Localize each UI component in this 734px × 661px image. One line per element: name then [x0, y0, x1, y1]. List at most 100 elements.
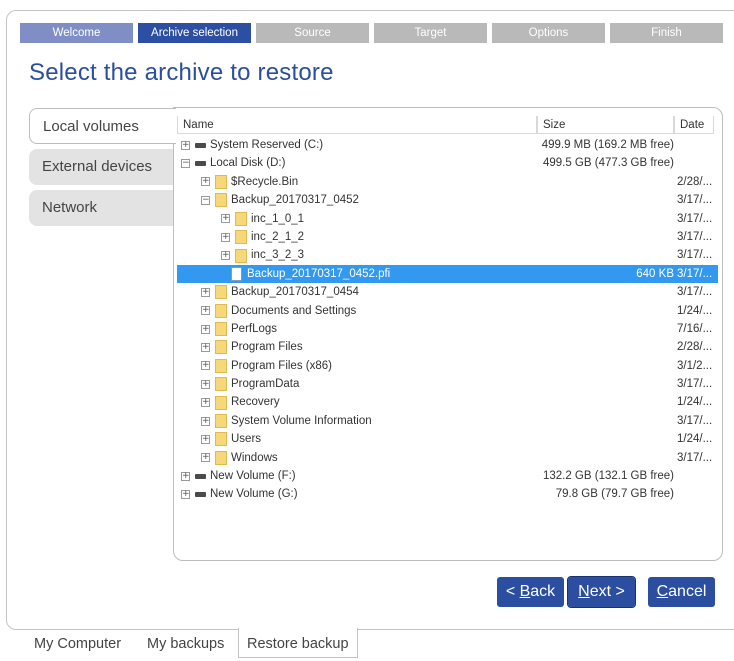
table-row[interactable]: + Users 1/24/...: [177, 430, 718, 448]
table-row[interactable]: + inc_3_2_3 3/17/...: [177, 246, 718, 264]
row-name-cell: − Local Disk (D:): [181, 154, 285, 172]
row-date-cell: 3/17/...: [677, 414, 713, 427]
table-row[interactable]: − Local Disk (D:) 499.5 GB (477.3 GB free): [177, 154, 718, 172]
column-header-date[interactable]: Date: [674, 116, 714, 134]
column-header-size[interactable]: Size: [537, 116, 674, 134]
row-name-cell: + ProgramData: [201, 375, 299, 393]
expand-icon[interactable]: +: [221, 232, 230, 242]
step-welcome: Welcome: [20, 23, 133, 43]
tab-external-devices[interactable]: External devices: [29, 149, 175, 185]
folder-icon: [215, 322, 227, 337]
expand-icon[interactable]: +: [181, 471, 190, 481]
row-name-label: System Volume Information: [231, 414, 372, 427]
expand-icon[interactable]: +: [201, 398, 210, 408]
row-size-cell: 640 KB: [636, 267, 674, 280]
cancel-button[interactable]: Cancel: [648, 577, 715, 607]
folder-icon: [215, 450, 227, 465]
table-row[interactable]: Backup_20170317_0452.pfi 640 KB 3/17/...: [177, 264, 718, 284]
row-name-cell: + New Volume (F:): [181, 467, 296, 485]
row-name-label: Recovery: [231, 396, 280, 409]
archive-tree: + System Reserved (C:) 499.9 MB (169.2 MB …: [177, 136, 718, 504]
expand-icon[interactable]: +: [201, 416, 210, 426]
table-row[interactable]: + inc_2_1_2 3/17/...: [177, 228, 718, 246]
wizard-steps: Welcome Archive selection Source Target …: [20, 23, 723, 43]
row-name-cell: − Backup_20170317_0452: [201, 191, 359, 209]
row-size-cell: 499.9 MB (169.2 MB free): [541, 139, 674, 151]
row-name-label: Backup_20170317_0452.pfi: [247, 267, 391, 280]
tab-my-backups[interactable]: My backups: [147, 628, 224, 657]
table-row[interactable]: + ProgramData 3/17/...: [177, 375, 718, 393]
expand-icon[interactable]: +: [201, 361, 210, 371]
row-name-cell: + inc_1_0_1: [221, 210, 304, 228]
tab-my-computer[interactable]: My Computer: [34, 628, 121, 657]
row-name-label: Documents and Settings: [231, 304, 357, 317]
row-name-cell: + $Recycle.Bin: [201, 173, 298, 191]
row-name-label: Users: [231, 433, 262, 446]
folder-icon: [215, 340, 227, 355]
table-row[interactable]: + System Volume Information 3/17/...: [177, 412, 718, 430]
expand-icon[interactable]: +: [201, 287, 210, 297]
row-date-cell: 3/1/2...: [677, 359, 713, 372]
expand-icon[interactable]: +: [201, 453, 210, 463]
tab-local-volumes[interactable]: Local volumes: [29, 108, 176, 144]
row-name-label: $Recycle.Bin: [231, 175, 299, 188]
folder-icon: [215, 432, 227, 447]
expand-icon[interactable]: +: [201, 379, 210, 389]
row-name-cell: + System Volume Information: [201, 412, 372, 430]
table-row[interactable]: + Program Files (x86) 3/1/2...: [177, 357, 718, 375]
collapse-icon[interactable]: −: [181, 159, 190, 169]
folder-icon: [215, 395, 227, 410]
step-archive-selection: Archive selection: [138, 23, 251, 43]
table-row[interactable]: + $Recycle.Bin 2/28/...: [177, 173, 718, 191]
table-row[interactable]: + Recovery 1/24/...: [177, 393, 718, 411]
expand-icon[interactable]: +: [221, 214, 230, 224]
table-row[interactable]: + inc_1_0_1 3/17/...: [177, 210, 718, 228]
folder-icon: [215, 414, 227, 429]
table-row[interactable]: + PerfLogs 7/16/...: [177, 320, 718, 338]
expand-icon[interactable]: +: [181, 140, 190, 150]
expand-icon[interactable]: +: [201, 342, 210, 352]
expand-icon[interactable]: +: [201, 434, 210, 444]
table-row[interactable]: + Documents and Settings 1/24/...: [177, 302, 718, 320]
row-name-label: Windows: [231, 451, 278, 464]
table-row[interactable]: + Program Files 2/28/...: [177, 338, 718, 356]
table-row[interactable]: + Backup_20170317_0454 3/17/...: [177, 283, 718, 301]
column-header-name[interactable]: Name: [177, 116, 537, 134]
row-date-cell: 3/17/...: [677, 451, 713, 464]
table-row[interactable]: + System Reserved (C:) 499.9 MB (169.2 MB …: [177, 136, 718, 154]
row-name-cell: + Documents and Settings: [201, 302, 356, 320]
expand-icon[interactable]: +: [221, 251, 230, 261]
expand-icon[interactable]: +: [201, 306, 210, 316]
expand-icon[interactable]: +: [181, 490, 190, 500]
row-name-label: ProgramData: [231, 378, 300, 391]
folder-icon: [215, 377, 227, 392]
tab-restore-backup[interactable]: Restore backup: [238, 628, 358, 658]
expand-icon[interactable]: +: [201, 324, 210, 334]
row-name-label: PerfLogs: [231, 322, 278, 335]
drive-icon: [195, 161, 206, 167]
row-name-label: Program Files (x86): [231, 359, 332, 372]
row-date-cell: 1/24/...: [677, 304, 713, 317]
row-date-cell: 3/17/...: [677, 230, 713, 243]
collapse-icon[interactable]: −: [201, 195, 210, 205]
folder-icon: [215, 193, 227, 208]
expand-icon[interactable]: +: [201, 177, 210, 187]
table-row[interactable]: + New Volume (F:) 132.2 GB (132.1 GB free): [177, 467, 718, 485]
row-date-cell: 1/24/...: [677, 433, 713, 446]
row-name-cell: + inc_3_2_3: [221, 246, 304, 264]
table-row[interactable]: − Backup_20170317_0452 3/17/...: [177, 191, 718, 209]
row-size-cell: 499.5 GB (477.3 GB free): [542, 157, 674, 170]
back-button[interactable]: < Back: [497, 577, 564, 607]
folder-icon: [235, 230, 247, 245]
tab-network[interactable]: Network: [29, 190, 175, 226]
folder-icon: [215, 174, 227, 189]
column-header-row: Name Size Date: [177, 116, 718, 134]
table-row[interactable]: + New Volume (G:) 79.8 GB (79.7 GB free): [177, 485, 718, 503]
row-name-label: inc_1_0_1: [251, 212, 305, 225]
table-row[interactable]: + Windows 3/17/...: [177, 449, 718, 467]
next-button[interactable]: Next >: [567, 576, 636, 608]
row-name-label: inc_2_1_2: [251, 230, 305, 243]
folder-icon: [235, 211, 247, 226]
row-name-cell: + New Volume (G:): [181, 485, 298, 503]
row-date-cell: 3/17/...: [677, 194, 713, 207]
